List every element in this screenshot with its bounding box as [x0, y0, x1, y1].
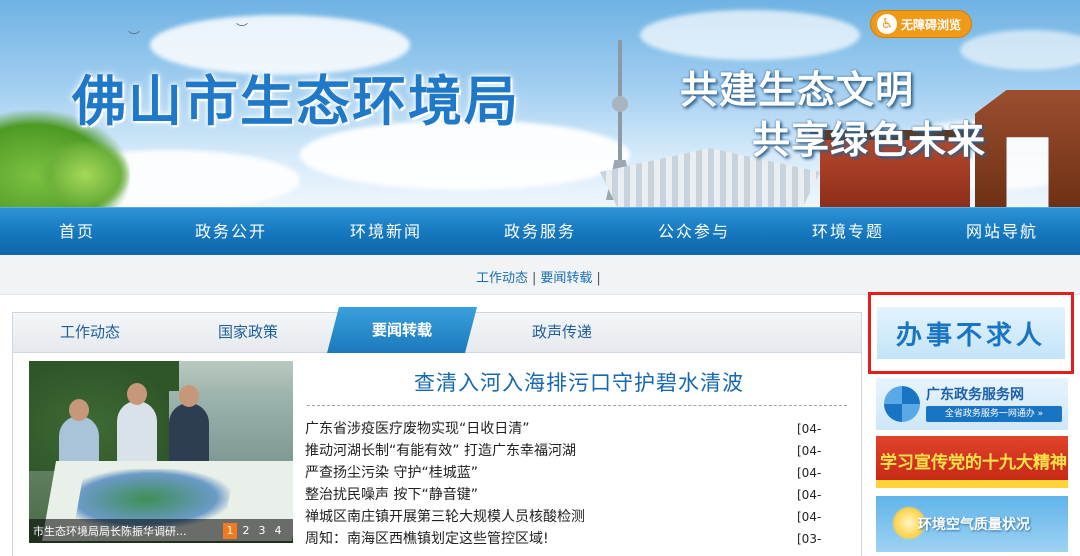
list-item: 禅城区南庄镇开展第三轮大规模人员核酸检测 [04- [305, 507, 845, 529]
slide-page-1[interactable]: 1 [223, 523, 237, 539]
nav-item-gov-affairs[interactable]: 政务公开 [154, 208, 308, 256]
divider [307, 405, 847, 406]
header-banner: ︶ ︶ 佛山市生态环境局 共建生态文明 共享绿色未来 ♿ 无障碍浏览 [0, 0, 1080, 207]
tab-gov-voice[interactable]: 政声传递 [497, 313, 627, 353]
nav-item-gov-services[interactable]: 政务服务 [463, 208, 617, 256]
pinwheel-icon [884, 386, 920, 422]
propaganda-banner[interactable]: 学习宣传党的十九大精神 [876, 436, 1068, 488]
slideshow-pager: 1 2 3 4 [223, 523, 285, 539]
slide-page-2[interactable]: 2 [239, 523, 253, 539]
slide-page-4[interactable]: 4 [271, 523, 285, 539]
cloud-decoration [960, 30, 1080, 70]
banban-banner[interactable]: 办事不求人 [868, 292, 1074, 374]
list-item: 推动河湖长制“有能有效” 打造广东幸福河湖 [04- [305, 441, 845, 463]
separator: | [532, 271, 537, 286]
news-title-link[interactable]: 严查扬尘污染 守护“桂城蓝” [305, 463, 478, 483]
news-title-link[interactable]: 整治扰民噪声 按下“静音键” [305, 485, 478, 505]
bird-icon: ︶ [236, 22, 249, 36]
cloud-decoration [150, 15, 410, 75]
sub-link-work-news[interactable]: 工作动态 [476, 271, 528, 286]
gov-service-title: 广东政务服务网 [926, 387, 1024, 403]
news-date: [04- [797, 466, 822, 480]
news-date: [04- [797, 510, 822, 524]
tab-work-news[interactable]: 工作动态 [25, 313, 155, 353]
list-item: 周知：南海区西樵镇划定这些管控区域! [03- [305, 529, 845, 551]
news-date: [04- [797, 488, 822, 502]
nav-item-env-news[interactable]: 环境新闻 [309, 208, 463, 256]
air-quality-banner[interactable]: 环境空气质量状况 [876, 496, 1068, 552]
separator: | [596, 271, 601, 286]
banban-label: 办事不求人 [895, 320, 1046, 351]
list-item: 整治扰民噪声 按下“静音键” [04- [305, 485, 845, 507]
banban-inner: 办事不求人 [877, 307, 1065, 359]
news-title-link[interactable]: 推动河湖长制“有能有效” 打造广东幸福河湖 [305, 441, 576, 461]
news-date: [04- [797, 444, 822, 458]
tab-reprinted-news[interactable]: 要闻转载 [327, 307, 477, 353]
slideshow-caption[interactable]: 市生态环境局局长陈振华调研... [33, 523, 221, 539]
sub-link-strip: 工作动态 | 要闻转载 | [0, 255, 1080, 295]
list-item: 广东省涉疫医疗废物实现“日收日清” [04- [305, 419, 845, 441]
news-date: [04- [797, 422, 822, 436]
news-date: [03- [797, 532, 822, 546]
nav-item-env-topics[interactable]: 环境专题 [771, 208, 925, 256]
site-title: 佛山市生态环境局 [72, 70, 520, 133]
accessibility-label: 无障碍浏览 [901, 17, 962, 32]
news-panel: 工作动态 国家政策 要闻转载 政声传递 市生态环境局局长陈振华调研... 1 2… [12, 307, 862, 556]
slogan-line-1: 共建生态文明 [680, 68, 915, 112]
propaganda-label: 学习宣传党的十九大精神 [880, 453, 1067, 473]
slideshow-caption-bar: 市生态环境局局长陈振华调研... 1 2 3 4 [29, 519, 293, 543]
headline-link[interactable]: 查清入河入海排污口守护碧水清波 [309, 367, 849, 397]
nav-item-site-map[interactable]: 网站导航 [925, 208, 1079, 256]
cloud-decoration [640, 10, 860, 60]
slogan-line-2: 共享绿色未来 [752, 118, 987, 162]
accessibility-button[interactable]: ♿ 无障碍浏览 [870, 10, 972, 38]
nav-item-home[interactable]: 首页 [0, 208, 154, 256]
tab-bar: 工作动态 国家政策 要闻转载 政声传递 [13, 307, 861, 353]
gov-service-banner[interactable]: 广东政务服务网 全省政务服务一网通办 » [876, 378, 1068, 430]
slideshow-photo[interactable]: 市生态环境局局长陈振华调研... 1 2 3 4 [29, 361, 293, 543]
air-quality-label: 环境空气质量状况 [918, 517, 1030, 533]
wheelchair-icon: ♿ [877, 14, 897, 34]
news-title-link[interactable]: 周知：南海区西樵镇划定这些管控区域! [305, 529, 549, 549]
list-item: 严查扬尘污染 守护“桂城蓝” [04- [305, 463, 845, 485]
news-title-link[interactable]: 广东省涉疫医疗废物实现“日收日清” [305, 419, 530, 439]
leaf-decoration [40, 140, 130, 207]
bird-icon: ︶ [128, 30, 141, 44]
gov-service-subtitle: 全省政务服务一网通办 » [926, 406, 1062, 422]
slide-page-3[interactable]: 3 [255, 523, 269, 539]
news-title-link[interactable]: 禅城区南庄镇开展第三轮大规模人员核酸检测 [305, 507, 585, 527]
decorative-strip [876, 480, 1068, 488]
nav-item-public-participation[interactable]: 公众参与 [617, 208, 771, 256]
main-nav: 首页 政务公开 环境新闻 政务服务 公众参与 环境专题 网站导航 [0, 207, 1080, 255]
news-list: 广东省涉疫医疗废物实现“日收日清” [04- 推动河湖长制“有能有效” 打造广东… [305, 419, 845, 551]
sub-link-reprinted-news[interactable]: 要闻转载 [540, 271, 592, 286]
tab-national-policy[interactable]: 国家政策 [183, 313, 313, 353]
sub-links: 工作动态 | 要闻转载 | [476, 267, 605, 286]
